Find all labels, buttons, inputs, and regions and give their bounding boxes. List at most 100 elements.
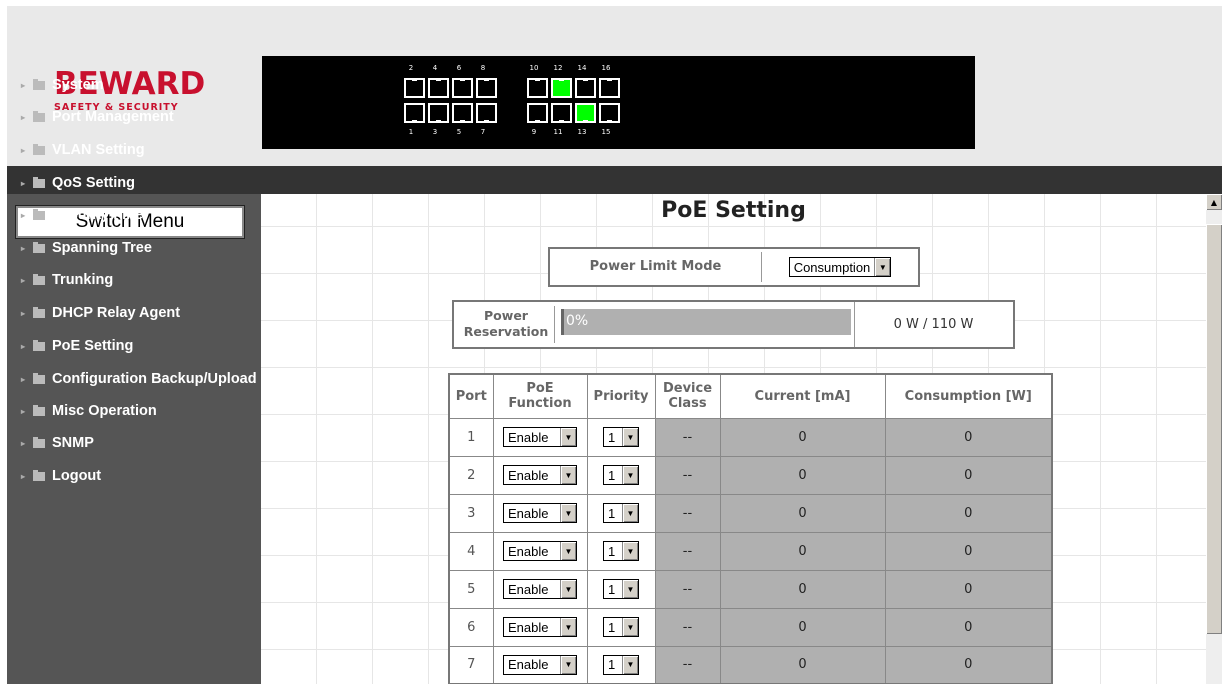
power-limit-mode-box: Power Limit Mode Consumption ▼ (548, 247, 920, 287)
poe-function-value: Enable (508, 429, 549, 445)
sidebar-item-label: PoE Setting (52, 338, 134, 354)
consumption-cell: 0 (884, 645, 1053, 684)
poe-function-select[interactable]: Enable ▼ (503, 541, 577, 561)
priority-select[interactable]: 1 ▼ (603, 465, 639, 485)
sidebar-item[interactable]: ▸ Port Management (21, 107, 174, 127)
port-cell: 3 (448, 493, 494, 533)
port-icon[interactable] (428, 103, 449, 123)
port-cell: 7 (448, 645, 494, 684)
current-cell: 0 (719, 645, 886, 684)
port-cell: 1 (448, 417, 494, 457)
port-icon[interactable] (452, 103, 473, 123)
poe-function-value: Enable (508, 581, 549, 597)
priority-select[interactable]: 1 ▼ (603, 427, 639, 447)
port-icon[interactable] (551, 103, 572, 123)
port-number-label: 4 (432, 64, 438, 72)
sidebar-item[interactable]: ▸ Misc Operation (21, 401, 157, 421)
sidebar-item[interactable]: ▸ System (21, 75, 104, 95)
expand-arrow-icon: ▸ (21, 471, 26, 481)
poe-function-select[interactable]: Enable ▼ (503, 654, 577, 675)
priority-select[interactable]: 1 ▼ (603, 654, 639, 675)
priority-value: 1 (608, 619, 616, 635)
port-icon[interactable] (599, 78, 620, 98)
port-icon[interactable] (404, 103, 425, 123)
vertical-scrollbar[interactable]: ▲ (1206, 194, 1222, 684)
poe-function-select[interactable]: Enable ▼ (503, 503, 577, 523)
expand-arrow-icon: ▸ (21, 178, 26, 188)
sidebar-item[interactable]: ▸ VLAN Setting (21, 140, 145, 160)
sidebar-item[interactable]: ▸ SNMP (21, 433, 94, 453)
folder-icon (33, 339, 45, 351)
sidebar-item[interactable]: ▸ QoS Setting (21, 173, 135, 193)
sidebar-item[interactable]: ▸ DHCP Relay Agent (21, 303, 180, 323)
poe-function-select[interactable]: Enable ▼ (503, 427, 577, 447)
scroll-up-arrow-icon[interactable]: ▲ (1206, 194, 1222, 210)
sidebar-item-label: System (52, 77, 104, 93)
priority-value: 1 (608, 657, 616, 673)
expand-arrow-icon: ▸ (21, 80, 26, 90)
chevron-down-icon: ▼ (560, 504, 576, 522)
priority-cell: 1 ▼ (586, 531, 656, 571)
power-limit-mode-value: Consumption (793, 259, 871, 275)
port-icon[interactable] (452, 78, 473, 98)
sidebar-item[interactable]: ▸ PoE Setting (21, 336, 133, 356)
chevron-down-icon: ▼ (622, 466, 638, 484)
sidebar-item[interactable]: ▸ Spanning Tree (21, 238, 152, 258)
poe-function-select[interactable]: Enable ▼ (503, 579, 577, 599)
priority-select[interactable]: 1 ▼ (603, 541, 639, 561)
power-limit-mode-select[interactable]: Consumption ▼ (788, 257, 892, 277)
poe-function-select[interactable]: Enable ▼ (503, 465, 577, 485)
port-icon[interactable] (551, 78, 572, 98)
port-number-label: 1 (408, 128, 414, 136)
port-icon[interactable] (527, 103, 548, 123)
port-number-label: 6 (456, 64, 462, 72)
folder-icon (33, 372, 45, 384)
sidebar-item[interactable]: ▸ Security Filter (21, 205, 149, 225)
col-header-port: Port (448, 373, 494, 419)
port-icon[interactable] (575, 78, 596, 98)
poe-function-cell: Enable ▼ (492, 531, 588, 571)
port-icon[interactable] (404, 78, 425, 98)
expand-arrow-icon: ▸ (21, 145, 26, 155)
col-header-device-class: Device Class (654, 373, 721, 419)
priority-select[interactable]: 1 ▼ (603, 617, 639, 637)
sidebar-item[interactable]: ▸ Trunking (21, 270, 113, 290)
table-row: 2 Enable ▼ 1 ▼ -- 0 0 (448, 455, 1053, 495)
port-number-label: 13 (577, 128, 587, 136)
current-cell: 0 (719, 531, 886, 571)
expand-arrow-icon: ▸ (21, 112, 26, 122)
port-cell: 2 (448, 455, 494, 495)
chevron-down-icon: ▼ (560, 428, 576, 446)
current-cell: 0 (719, 455, 886, 495)
table-row: 3 Enable ▼ 1 ▼ -- 0 0 (448, 493, 1053, 533)
priority-cell: 1 ▼ (586, 493, 656, 533)
power-reservation-box: Power Reservation 0% 0 W / 110 W (452, 300, 1015, 349)
header-divider-bar (7, 166, 1222, 194)
priority-select[interactable]: 1 ▼ (603, 503, 639, 523)
port-icon[interactable] (575, 103, 596, 123)
port-cell: 6 (448, 607, 494, 647)
sidebar-item[interactable]: ▸ Configuration Backup/Upload (21, 369, 257, 389)
col-header-device-class-line1: Device (662, 381, 713, 397)
port-icon[interactable] (476, 103, 497, 123)
poe-function-select[interactable]: Enable ▼ (503, 617, 577, 637)
folder-icon (33, 404, 45, 416)
folder-icon (33, 176, 45, 188)
port-number-label: 14 (577, 64, 587, 72)
poe-port-table: Port PoE Function Priority Device Class Cu… (448, 373, 1053, 684)
sidebar-item[interactable]: ▸ Logout (21, 466, 101, 486)
power-reservation-progress-bar: 0% (561, 309, 851, 335)
current-cell: 0 (719, 569, 886, 609)
port-icon[interactable] (527, 78, 548, 98)
col-header-current: Current [mA] (719, 373, 886, 419)
port-icon[interactable] (599, 103, 620, 123)
folder-icon (33, 110, 45, 122)
priority-select[interactable]: 1 ▼ (603, 579, 639, 599)
scroll-thumb[interactable] (1206, 224, 1222, 634)
port-icon[interactable] (476, 78, 497, 98)
table-row: 4 Enable ▼ 1 ▼ -- 0 0 (448, 531, 1053, 571)
col-header-poe-function-line1: PoE (526, 381, 554, 397)
port-icon[interactable] (428, 78, 449, 98)
poe-function-cell: Enable ▼ (492, 569, 588, 609)
expand-arrow-icon: ▸ (21, 308, 26, 318)
